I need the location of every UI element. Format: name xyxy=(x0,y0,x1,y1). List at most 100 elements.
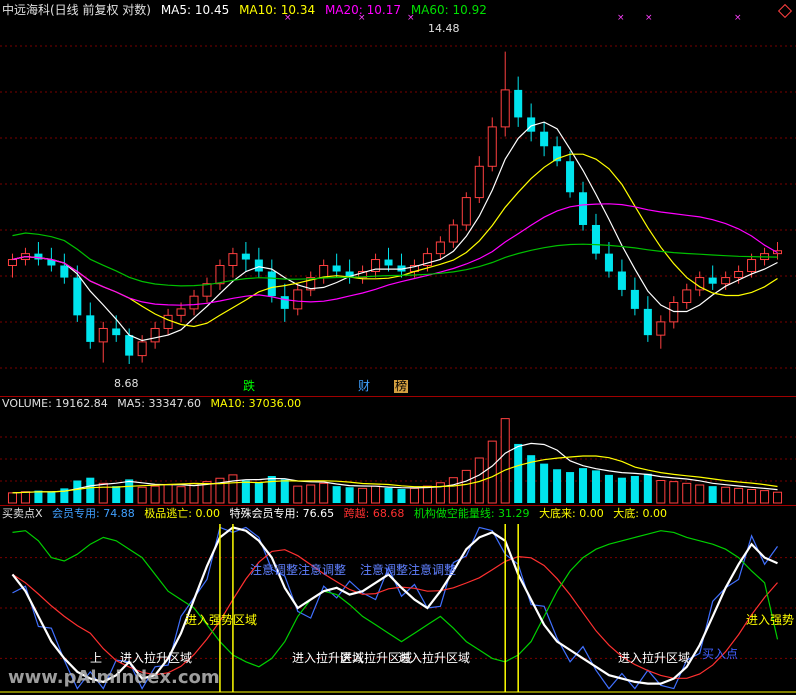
candle-body-down xyxy=(267,271,276,297)
candle-body-down xyxy=(384,259,393,266)
candle-body-down xyxy=(241,253,250,260)
special-value: 特殊会员专用: 76.65 xyxy=(229,507,335,520)
buy-label-1: 上 xyxy=(90,651,103,665)
candle-body-down xyxy=(34,253,43,260)
candle-body-up xyxy=(293,289,303,310)
big-bottom-value: 大底: 0.00 xyxy=(613,507,667,520)
volume-bar-down xyxy=(643,473,652,503)
signal-mark: × xyxy=(617,13,625,23)
ma10-value: MA10: 10.34 xyxy=(239,3,316,17)
volume-bar-up xyxy=(734,487,744,504)
candle-body-up xyxy=(682,289,692,303)
volume-chart[interactable] xyxy=(0,397,796,505)
volume-bar-up xyxy=(669,481,679,504)
volume-bar-up xyxy=(358,487,368,504)
tag-die[interactable]: 跌 xyxy=(243,380,255,393)
volume-bar-down xyxy=(125,479,134,503)
price-pane[interactable]: × × × × × × 中远海科(日线 前复权 对数) MA5: 10.45 MA10: … xyxy=(0,0,796,396)
candle-body-up xyxy=(656,321,666,336)
volume-bar-down xyxy=(345,487,354,503)
tag-cai[interactable]: 财 xyxy=(358,380,370,393)
candle-body-up xyxy=(215,264,225,285)
high-price-label: 14.48 xyxy=(428,22,460,35)
volume-bar-up xyxy=(306,484,316,504)
candle-body-up xyxy=(319,264,329,279)
volume-bar-down xyxy=(540,463,549,503)
indicator-pane[interactable]: 买卖点X 会员专用: 74.88 极品逃亡: 0.00 特殊会员专用: 76.6… xyxy=(0,506,796,695)
cross-value: 跨越: 68.68 xyxy=(343,507,405,520)
volume-bar-up xyxy=(20,491,30,504)
ma60-line xyxy=(12,232,778,287)
member-value: 会员专用: 74.88 xyxy=(52,507,135,520)
candle-body-down xyxy=(578,192,588,225)
price-header: 中远海科(日线 前复权 对数) MA5: 10.45 MA10: 10.34 M… xyxy=(2,4,493,17)
candle-body-down xyxy=(617,271,626,290)
volume-bar-down xyxy=(604,474,613,503)
candle-body-up xyxy=(150,327,160,343)
low-price-label: 8.68 xyxy=(114,377,139,390)
volume-bar-up xyxy=(422,485,432,504)
volume-bar-down xyxy=(112,486,121,503)
volume-bar-down xyxy=(73,480,82,503)
signal-mark: × xyxy=(734,13,742,23)
inst-value: 机构做空能量线: 31.29 xyxy=(413,507,530,520)
volume-bar-up xyxy=(98,482,108,504)
volume-bar-down xyxy=(86,477,95,503)
candle-body-up xyxy=(137,341,147,357)
bottom-value: 大底来: 0.00 xyxy=(539,507,604,520)
candle-body-down xyxy=(630,289,639,309)
candle-body-down xyxy=(73,277,82,316)
volume-bar-down xyxy=(578,468,588,503)
volume-bar-up xyxy=(500,418,510,504)
volume-pane[interactable]: VOLUME: 19162.84 MA5: 33347.60 MA10: 370… xyxy=(0,397,796,505)
tag-bang[interactable]: 榜 xyxy=(394,380,409,393)
volume-bar-up xyxy=(319,482,329,504)
candle-body-down xyxy=(540,131,549,147)
candle-body-down xyxy=(591,224,601,254)
volume-bar-down xyxy=(591,470,601,503)
candle-body-up xyxy=(7,259,18,266)
volume-bar-down xyxy=(241,480,250,503)
candle-body-down xyxy=(86,315,95,342)
strong-label-1: 进入强势区域 xyxy=(185,613,258,627)
vol-ma5-value: MA5: 33347.60 xyxy=(117,397,201,410)
candle-body-up xyxy=(747,259,757,273)
volume-bar-down xyxy=(397,488,406,503)
candle-body-up xyxy=(669,301,679,323)
volume-bar-down xyxy=(553,469,562,503)
ma10-line xyxy=(12,153,778,328)
volume-bar-up xyxy=(409,487,419,504)
candle-body-up xyxy=(202,283,212,297)
candle-body-up xyxy=(500,89,510,128)
stock-chart-window: × × × × × × 中远海科(日线 前复权 对数) MA5: 10.45 MA10: … xyxy=(0,0,796,695)
ma5-value: MA5: 10.45 xyxy=(160,3,230,17)
adjust-label-1: 注意调整注意调整 xyxy=(250,563,347,577)
candle-body-down xyxy=(280,296,289,309)
candle-body-up xyxy=(461,197,471,226)
price-chart[interactable]: × × × × × × xyxy=(0,0,796,396)
volume-bar-up xyxy=(163,483,173,504)
volume-bar-up xyxy=(772,491,783,504)
volume-bar-up xyxy=(371,485,381,504)
volume-bar-up xyxy=(760,490,770,504)
ma5-line xyxy=(12,121,778,342)
volume-bar-up xyxy=(695,484,705,504)
candle-body-down xyxy=(566,161,575,193)
stock-title: 中远海科(日线 前复权 对数) xyxy=(2,3,151,17)
candle-body-up xyxy=(176,308,186,316)
volume-bar-up xyxy=(189,482,199,504)
candle-body-up xyxy=(721,277,731,285)
candle-body-down xyxy=(708,277,717,284)
ma60-value: MA60: 10.92 xyxy=(410,3,487,17)
volume-bar-up xyxy=(448,477,458,504)
volume-bar-down xyxy=(47,492,56,503)
indicator-header: 买卖点X 会员专用: 74.88 极品逃亡: 0.00 特殊会员专用: 76.6… xyxy=(2,507,673,520)
volume-bar-up xyxy=(682,482,692,504)
volume-bar-up xyxy=(150,485,160,504)
candle-body-up xyxy=(228,253,238,266)
candle-body-down xyxy=(254,259,263,272)
ma20-line xyxy=(12,203,778,306)
vol-ma10-value: MA10: 37036.00 xyxy=(210,397,302,410)
buy-point-label: 买入点 xyxy=(702,647,739,661)
volume-bar-up xyxy=(7,492,18,504)
